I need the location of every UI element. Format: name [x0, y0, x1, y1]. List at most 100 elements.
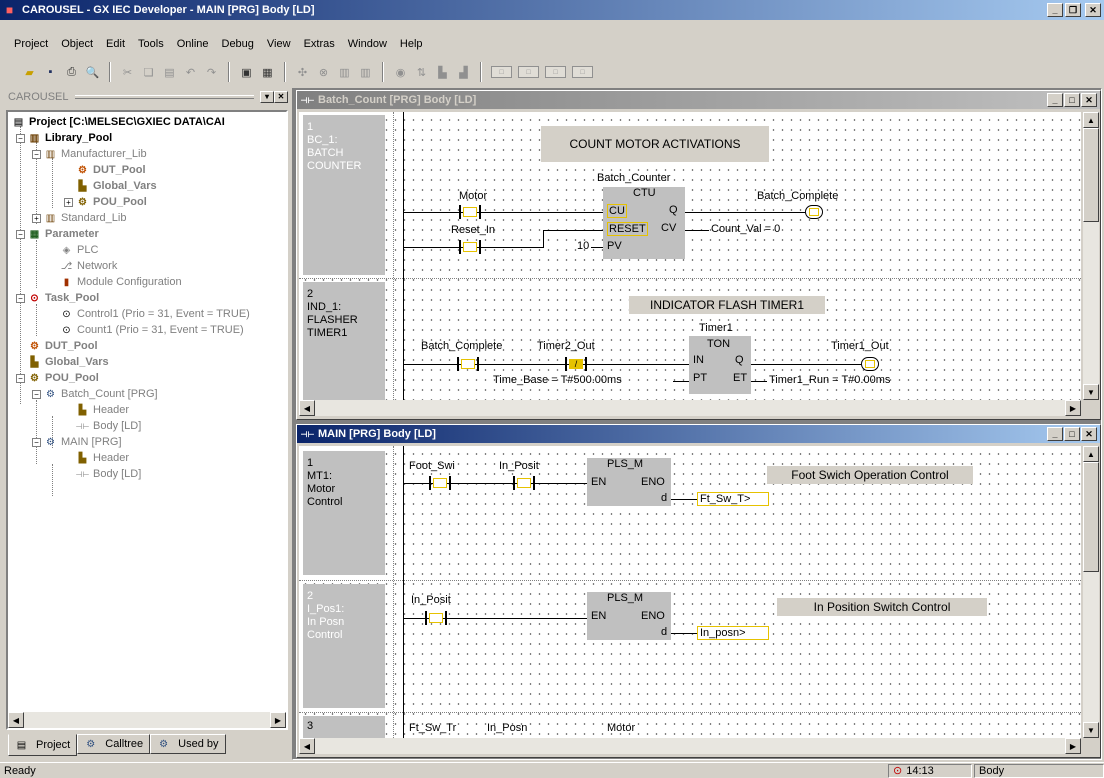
batch-vscrollbar[interactable]: ▲ ▼ [1083, 112, 1099, 400]
tree-batch-header[interactable]: ▙ Header [76, 402, 129, 418]
scroll-left-icon[interactable]: ◀ [299, 400, 315, 416]
contact-timer2-out-negated[interactable]: / [565, 357, 587, 371]
parameter-collapse-icon[interactable]: − [16, 230, 25, 239]
batch-hscrollbar[interactable]: ◀ ▶ [299, 400, 1081, 416]
batch-count-collapse-icon[interactable]: − [32, 390, 41, 399]
main-window[interactable]: ⊣⊢ MAIN [PRG] Body [LD] _ □ ✕ 1 MT1: Mot… [296, 424, 1101, 758]
main-maximize-button[interactable]: □ [1064, 427, 1080, 441]
panel-close-button[interactable]: ✕ [274, 91, 288, 103]
restore-button[interactable]: ❐ [1065, 3, 1081, 17]
compile-icon[interactable]: ✣ [293, 63, 312, 81]
tree-standard-lib[interactable]: ▥ Standard_Lib [44, 210, 127, 226]
tree-task-pool[interactable]: ⊙ Task_Pool [28, 290, 99, 306]
print-preview-icon[interactable]: 🔍 [83, 63, 102, 81]
tab-calltree[interactable]: ⚙ Calltree [77, 734, 151, 754]
redo-icon[interactable]: ↷ [202, 63, 221, 81]
scroll-up-icon[interactable]: ▲ [1083, 446, 1099, 462]
scroll-down-icon[interactable]: ▼ [1083, 384, 1099, 400]
menu-extras[interactable]: Extras [302, 37, 337, 51]
tree-module-config[interactable]: ▮ Module Configuration [60, 274, 182, 290]
save-icon[interactable]: ▪ [41, 63, 60, 81]
tree-pou-pool[interactable]: ⚙ POU_Pool [28, 370, 99, 386]
print-icon[interactable]: ⎙ [62, 63, 81, 81]
tree-global-vars[interactable]: ▙ Global_Vars [28, 354, 109, 370]
tab-used-by[interactable]: ⚙ Used by [150, 734, 226, 754]
network-comment-count-motor[interactable]: COUNT MOTOR ACTIVATIONS [541, 126, 769, 162]
standard-lib-expand-icon[interactable]: + [32, 214, 41, 223]
main-window-titlebar[interactable]: ⊣⊢ MAIN [PRG] Body [LD] _ □ ✕ [297, 425, 1100, 443]
manufacturer-lib-collapse-icon[interactable]: − [32, 150, 41, 159]
pou-pool-collapse-icon[interactable]: − [16, 374, 25, 383]
main-prg-collapse-icon[interactable]: − [32, 438, 41, 447]
contact-foot-swi[interactable] [429, 476, 451, 490]
open-object-icon[interactable]: ▦ [258, 63, 277, 81]
tree-parameter[interactable]: ▦ Parameter [28, 226, 99, 242]
undo-icon[interactable]: ↶ [181, 63, 200, 81]
menu-edit[interactable]: Edit [104, 37, 127, 51]
main-ladder-editor[interactable]: 1 MT1: Motor Control Foot_Swi In_Posit P… [299, 446, 1081, 738]
open-icon[interactable]: ▰ [20, 63, 39, 81]
tree-manufacturer-lib[interactable]: ▥ Manufacturer_Lib [44, 146, 147, 162]
tree-network[interactable]: ⎇ Network [60, 258, 118, 274]
batch-vscroll-thumb[interactable] [1083, 128, 1099, 222]
main-minimize-button[interactable]: _ [1047, 427, 1063, 441]
network-comment-indicator-flash[interactable]: INDICATOR FLASH TIMER1 [629, 296, 825, 314]
tree-main-prg[interactable]: ⚙ MAIN [PRG] [44, 434, 122, 450]
menu-tools[interactable]: Tools [136, 37, 166, 51]
tree-batch-body[interactable]: ⊣⊢ Body [LD] [76, 418, 142, 434]
contact-reset-in[interactable] [459, 240, 481, 254]
coil-timer1-out[interactable] [861, 357, 879, 371]
tree-lib-dut-pool[interactable]: ⚙ DUT_Pool [76, 162, 146, 178]
menu-help[interactable]: Help [398, 37, 425, 51]
check-icon[interactable]: ⊗ [314, 63, 333, 81]
menu-debug[interactable]: Debug [220, 37, 256, 51]
new-object-icon[interactable]: ▣ [237, 63, 256, 81]
tree-lib-global-vars[interactable]: ▙ Global_Vars [76, 178, 157, 194]
project-tree[interactable]: ▤ Project [C:\MELSEC\GXIEC DATA\CAI − ▥ … [6, 110, 288, 730]
mode-button-2-icon[interactable]: □ [518, 66, 539, 78]
batch-window-titlebar[interactable]: ⊣⊢ Batch_Count [PRG] Body [LD] _ □ ✕ [297, 91, 1100, 109]
tree-lib-pou-pool[interactable]: ⚙ POU_Pool [76, 194, 147, 210]
mode-button-3-icon[interactable]: □ [545, 66, 566, 78]
panel-float-button[interactable]: ▾ [260, 91, 274, 103]
transfer-icon[interactable]: ⇅ [412, 63, 431, 81]
pls-output-in-posn[interactable]: In_posn> [697, 626, 769, 640]
contact-motor[interactable] [459, 205, 481, 219]
scroll-right-icon[interactable]: ▶ [270, 712, 286, 728]
main-vscrollbar[interactable]: ▲ ▼ [1083, 446, 1099, 738]
tree-task-count1[interactable]: ⊙ Count1 (Prio = 31, Event = TRUE) [60, 322, 243, 338]
contact-batch-complete[interactable] [457, 357, 479, 371]
batch-count-window[interactable]: ⊣⊢ Batch_Count [PRG] Body [LD] _ □ ✕ 1 B… [296, 90, 1101, 420]
contact-in-posit[interactable] [513, 476, 535, 490]
contact-in-posit-2[interactable] [425, 611, 447, 625]
network-label-ind1[interactable]: 2 IND_1: FLASHER TIMER1 [303, 282, 385, 400]
mode-button-4-icon[interactable]: □ [572, 66, 593, 78]
network-label-ipos1[interactable]: 2 I_Pos1: In Posn Control [303, 584, 385, 708]
rebuild-icon[interactable]: ▥ [356, 63, 375, 81]
main-close-button[interactable]: ✕ [1081, 427, 1097, 441]
mode-button-1-icon[interactable]: □ [491, 66, 512, 78]
pls-output-ft-sw-t[interactable]: Ft_Sw_T> [697, 492, 769, 506]
tree-library-pool[interactable]: ▥ Library_Pool [28, 130, 112, 146]
network-label-mt1[interactable]: 1 MT1: Motor Control [303, 451, 385, 575]
tab-project[interactable]: ▤ Project [8, 734, 78, 756]
paste-icon[interactable]: ▤ [160, 63, 179, 81]
scroll-down-icon[interactable]: ▼ [1083, 722, 1099, 738]
tree-hscrollbar[interactable]: ◀ ▶ [8, 712, 286, 728]
minimize-button[interactable]: _ [1047, 3, 1063, 17]
main-vscroll-thumb[interactable] [1083, 462, 1099, 572]
network-comment-in-position[interactable]: In Position Switch Control [777, 598, 987, 616]
library-pool-collapse-icon[interactable]: − [16, 134, 25, 143]
monitor-icon[interactable]: ◉ [391, 63, 410, 81]
tree-main-header[interactable]: ▙ Header [76, 450, 129, 466]
network-label-3[interactable]: 3 [303, 716, 385, 738]
download-icon[interactable]: ▙ [433, 63, 452, 81]
batch-close-button[interactable]: ✕ [1081, 93, 1097, 107]
tree-batch-count[interactable]: ⚙ Batch_Count [PRG] [44, 386, 158, 402]
menu-online[interactable]: Online [175, 37, 211, 51]
task-pool-collapse-icon[interactable]: − [16, 294, 25, 303]
menu-object[interactable]: Object [59, 37, 95, 51]
scroll-right-icon[interactable]: ▶ [1065, 738, 1081, 754]
main-hscrollbar[interactable]: ◀ ▶ [299, 738, 1081, 754]
scroll-up-icon[interactable]: ▲ [1083, 112, 1099, 128]
